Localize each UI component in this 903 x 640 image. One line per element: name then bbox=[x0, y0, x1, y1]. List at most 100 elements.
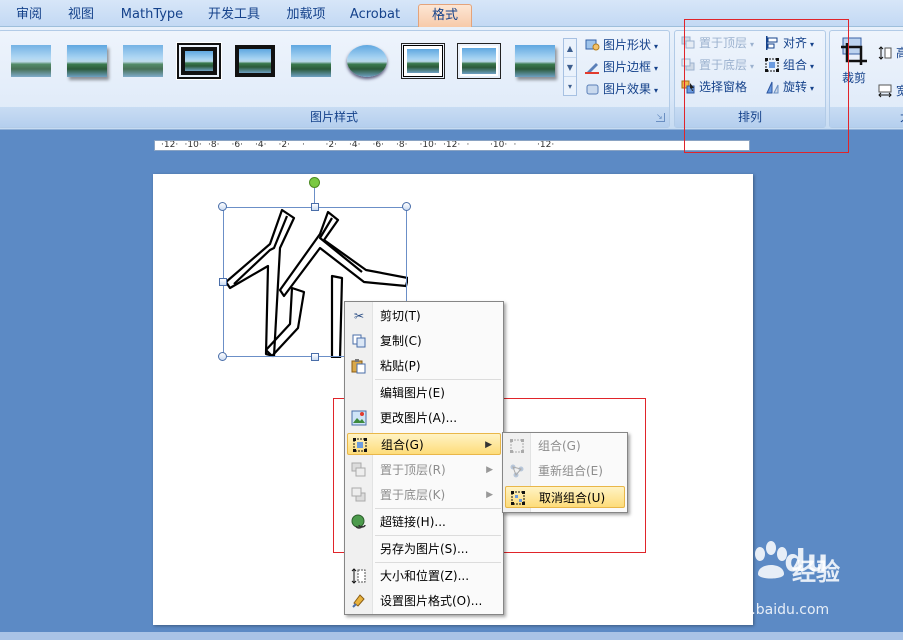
menu-separator bbox=[375, 379, 501, 380]
resize-handle-w[interactable] bbox=[219, 278, 227, 286]
tab-mathtype[interactable]: MathType bbox=[112, 4, 192, 27]
gallery-scroll[interactable]: ▲ ▼ ▾ bbox=[563, 38, 577, 96]
paste-icon bbox=[351, 358, 367, 374]
menu-item-hyperlink[interactable]: 超链接(H)... bbox=[347, 511, 501, 533]
menu-item-label: 大小和位置(Z)... bbox=[380, 569, 470, 583]
submenu-arrow-icon: ▶ bbox=[486, 490, 493, 500]
watermark-url: jingyan.baidu.com bbox=[700, 602, 830, 618]
menu-item-label: 组合(G) bbox=[381, 438, 424, 452]
annotation-box-arrange bbox=[684, 19, 849, 153]
picture-effects-icon bbox=[585, 82, 600, 96]
bottom-scrollbar[interactable] bbox=[0, 632, 903, 640]
gallery-up-icon[interactable]: ▲ bbox=[564, 39, 576, 58]
bring-front-icon bbox=[351, 462, 367, 478]
picture-style-thumb[interactable] bbox=[401, 43, 445, 79]
menu-item-bring-front[interactable]: 置于顶层(R) ▶ bbox=[347, 459, 501, 481]
ungroup-icon bbox=[510, 490, 526, 506]
menu-item-edit-picture[interactable]: 编辑图片(E) bbox=[347, 382, 501, 404]
menu-item-group[interactable]: 组合(G) ▶ bbox=[347, 433, 501, 455]
tab-addins[interactable]: 加载项 bbox=[278, 4, 334, 27]
picture-shape-label: 图片形状 bbox=[603, 38, 652, 52]
picture-style-thumb-selected[interactable] bbox=[176, 42, 222, 80]
picture-style-thumb[interactable] bbox=[233, 43, 277, 79]
picture-border-label: 图片边框 bbox=[603, 60, 652, 74]
tab-view[interactable]: 视图 bbox=[58, 4, 104, 27]
horizontal-ruler[interactable]: ·12· ·10· ·8· ·6· ·4· ·2· · ·2· ·4· ·6· ·8· ·10· ·12… bbox=[154, 140, 750, 151]
menu-item-cut[interactable]: ✂ 剪切(T) bbox=[347, 305, 501, 327]
resize-handle-s[interactable] bbox=[311, 353, 319, 361]
chevron-down-icon: ▾ bbox=[654, 86, 659, 95]
rotation-handle[interactable] bbox=[309, 177, 320, 188]
picture-style-thumb[interactable] bbox=[457, 43, 501, 79]
menu-separator bbox=[375, 508, 501, 509]
tab-acrobat[interactable]: Acrobat bbox=[342, 4, 408, 27]
picture-style-thumb[interactable] bbox=[513, 43, 557, 79]
resize-handle-sw[interactable] bbox=[218, 352, 227, 361]
context-menu: ✂ 剪切(T) 复制(C) 粘贴(P) 编辑图片(E) 更改图片(A)... 组合… bbox=[344, 301, 504, 615]
ruler-tick-label: ·8· bbox=[208, 140, 220, 150]
menu-item-size-position[interactable]: 大小和位置(Z)... bbox=[347, 565, 501, 587]
menu-item-label: 粘贴(P) bbox=[380, 359, 421, 373]
menu-item-format-picture[interactable]: 设置图片格式(O)... bbox=[347, 590, 501, 612]
menu-item-save-as-picture[interactable]: 另存为图片(S)... bbox=[347, 538, 501, 560]
submenu-item-group[interactable]: 组合(G) bbox=[505, 435, 625, 457]
menu-separator bbox=[375, 562, 501, 563]
ruler-tick-label: ·12· bbox=[537, 140, 555, 150]
group-submenu: 组合(G) 重新组合(E) 取消组合(U) bbox=[502, 432, 628, 513]
menu-item-label: 置于顶层(R) bbox=[380, 463, 446, 477]
watermark-cn-text: 经验 bbox=[792, 558, 840, 586]
menu-item-label: 剪切(T) bbox=[380, 309, 421, 323]
picture-effects-label: 图片效果 bbox=[603, 82, 652, 96]
submenu-item-label: 重新组合(E) bbox=[538, 464, 603, 478]
submenu-item-ungroup[interactable]: 取消组合(U) bbox=[505, 486, 625, 508]
gallery-down-icon[interactable]: ▼ bbox=[564, 58, 576, 77]
paw-icon bbox=[755, 541, 787, 579]
picture-style-thumb[interactable] bbox=[121, 43, 165, 79]
picture-border-icon bbox=[585, 60, 600, 74]
picture-style-thumb[interactable] bbox=[345, 43, 389, 79]
ruler-tick-label: ·4· bbox=[349, 140, 361, 150]
submenu-item-label: 组合(G) bbox=[538, 439, 581, 453]
width-label: 宽 bbox=[896, 84, 903, 98]
gallery-more-icon[interactable]: ▾ bbox=[564, 77, 576, 96]
height-field[interactable]: 高 bbox=[876, 43, 903, 63]
ruler-tick-label: ·6· bbox=[372, 140, 384, 150]
tab-review[interactable]: 审阅 bbox=[6, 4, 52, 27]
ruler-tick-label: ·2· bbox=[278, 140, 290, 150]
menu-item-label: 置于底层(K) bbox=[380, 488, 446, 502]
menu-item-send-back[interactable]: 置于底层(K) ▶ bbox=[347, 484, 501, 506]
tab-format[interactable]: 格式 bbox=[418, 4, 472, 27]
submenu-item-label: 取消组合(U) bbox=[539, 491, 606, 505]
menu-item-copy[interactable]: 复制(C) bbox=[347, 330, 501, 352]
picture-shape-button[interactable]: 图片形状 ▾ bbox=[583, 35, 658, 55]
tab-developer[interactable]: 开发工具 bbox=[198, 4, 270, 27]
ruler-tick-label: ·12· bbox=[443, 140, 461, 150]
picture-styles-label: 图片样式 bbox=[0, 107, 669, 127]
resize-handle-nw[interactable] bbox=[218, 202, 227, 211]
ruler-tick-label: · bbox=[513, 140, 517, 150]
send-back-icon bbox=[351, 487, 367, 503]
ruler-tick-label: ·10· bbox=[490, 140, 508, 150]
chevron-down-icon: ▾ bbox=[654, 64, 659, 73]
dialog-launcher-icon[interactable]: ↘ bbox=[656, 113, 665, 122]
chevron-down-icon: ▾ bbox=[654, 42, 659, 51]
submenu-item-regroup[interactable]: 重新组合(E) bbox=[505, 460, 625, 482]
submenu-arrow-icon: ▶ bbox=[486, 465, 493, 475]
copy-icon bbox=[351, 333, 367, 349]
picture-style-thumb[interactable] bbox=[65, 43, 109, 79]
ruler-tick-label: ·10· bbox=[184, 140, 202, 150]
picture-effects-button[interactable]: 图片效果 ▾ bbox=[583, 79, 658, 99]
picture-styles-group: ▲ ▼ ▾ 图片形状 ▾ 图片边框 ▾ 图片效果 ▾ 图片样式 ↘ bbox=[0, 30, 670, 128]
menu-item-change-picture[interactable]: 更改图片(A)... bbox=[347, 407, 501, 429]
resize-handle-n[interactable] bbox=[311, 203, 319, 211]
picture-style-thumb[interactable] bbox=[9, 43, 53, 79]
resize-handle-ne[interactable] bbox=[402, 202, 411, 211]
picture-style-thumb[interactable] bbox=[289, 43, 333, 79]
scissors-icon: ✂ bbox=[353, 309, 365, 323]
width-field[interactable]: 宽 bbox=[876, 81, 903, 101]
picture-border-button[interactable]: 图片边框 ▾ bbox=[583, 57, 658, 77]
ruler-tick-label: ·10· bbox=[419, 140, 437, 150]
menu-item-label: 更改图片(A)... bbox=[380, 411, 458, 425]
menu-item-paste[interactable]: 粘贴(P) bbox=[347, 355, 501, 377]
ruler-tick-label: ·2· bbox=[325, 140, 337, 150]
